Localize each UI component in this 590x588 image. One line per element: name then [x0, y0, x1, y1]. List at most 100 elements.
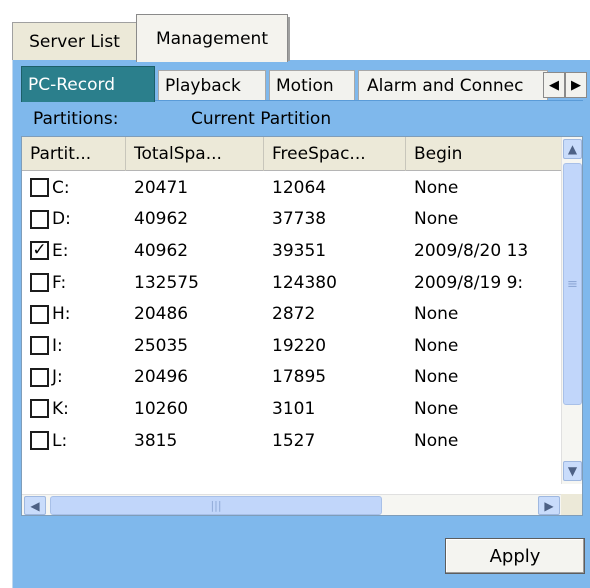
- horizontal-scrollbar[interactable]: ◀ ||| ▶: [22, 494, 582, 515]
- table-row[interactable]: I: 25035 19220 None: [22, 330, 562, 362]
- table-row[interactable]: H: 20486 2872 None: [22, 298, 562, 330]
- table-row[interactable]: C: 20471 12064 None: [22, 172, 562, 204]
- free-space-cell: 37738: [272, 209, 327, 230]
- begin-cell: None: [414, 335, 459, 356]
- free-space-cell: 17895: [272, 367, 327, 388]
- column-header-partition[interactable]: Partit...: [22, 137, 126, 171]
- total-space-cell: 25035: [134, 335, 189, 356]
- tab-motion-label: Motion: [276, 75, 334, 96]
- current-partition-label: Current Partition: [191, 108, 332, 129]
- tab-motion[interactable]: Motion: [269, 70, 355, 100]
- top-tab-bar: Server List Management: [0, 0, 590, 62]
- partitions-header: Partitions: Current Partition: [21, 100, 583, 136]
- table-row[interactable]: K: 10260 3101 None: [22, 393, 562, 425]
- drive-letter: H:: [52, 304, 71, 325]
- partition-cell: H:: [22, 304, 126, 324]
- table-row[interactable]: L: 3815 1527 None: [22, 425, 562, 457]
- partition-cell: I:: [22, 336, 126, 356]
- free-space-cell: 39351: [272, 240, 327, 261]
- partition-checkbox[interactable]: [30, 273, 49, 293]
- partitions-label: Partitions:: [33, 108, 119, 129]
- free-space-cell: 12064: [272, 177, 327, 198]
- begin-cell: None: [414, 367, 459, 388]
- grid-rows: C: 20471 12064 None D: 40962 37738 None …: [22, 172, 562, 456]
- total-space-cell: 40962: [134, 209, 189, 230]
- partition-cell: L:: [22, 431, 126, 451]
- tab-scroll-left-icon[interactable]: ◀: [543, 72, 565, 98]
- apply-button[interactable]: Apply: [445, 538, 585, 574]
- partition-grid: Partit... TotalSpa... FreeSpac... Begin …: [21, 136, 583, 516]
- total-space-cell: 10260: [134, 398, 189, 419]
- begin-cell: None: [414, 177, 459, 198]
- column-header-begin[interactable]: Begin: [406, 137, 562, 171]
- free-space-cell: 3101: [272, 398, 316, 419]
- total-space-cell: 20486: [134, 304, 189, 325]
- tab-pc-record-label: PC-Record: [28, 74, 115, 95]
- partition-checkbox[interactable]: [30, 367, 49, 387]
- drive-letter: K:: [52, 398, 69, 419]
- vertical-scrollbar[interactable]: ▲ ≡ ▼: [561, 137, 582, 484]
- drive-letter: J:: [52, 367, 63, 388]
- drive-letter: F:: [52, 272, 67, 293]
- partition-cell: ✓ E:: [22, 241, 126, 261]
- tab-management-label: Management: [156, 28, 268, 49]
- tab-pc-record[interactable]: PC-Record: [21, 66, 155, 102]
- partition-checkbox[interactable]: ✓: [30, 241, 49, 261]
- scroll-left-icon[interactable]: ◀: [24, 496, 46, 515]
- total-space-cell: 3815: [134, 430, 178, 451]
- partition-checkbox[interactable]: [30, 431, 49, 451]
- free-space-cell: 19220: [272, 335, 327, 356]
- drive-letter: L:: [52, 430, 68, 451]
- column-header-total-space[interactable]: TotalSpa...: [126, 137, 264, 171]
- scrollbar-corner: [561, 494, 582, 515]
- begin-cell: None: [414, 304, 459, 325]
- free-space-cell: 2872: [272, 304, 316, 325]
- partition-checkbox[interactable]: [30, 209, 49, 229]
- total-space-cell: 40962: [134, 240, 189, 261]
- grid-header: Partit... TotalSpa... FreeSpac... Begin: [22, 137, 562, 171]
- column-header-free-space[interactable]: FreeSpac...: [264, 137, 406, 171]
- partition-checkbox[interactable]: [30, 336, 49, 356]
- partition-checkbox[interactable]: [30, 399, 49, 419]
- scroll-right-icon[interactable]: ▶: [538, 496, 560, 515]
- partition-cell: K:: [22, 399, 126, 419]
- drive-letter: E:: [52, 240, 69, 261]
- tab-server-list[interactable]: Server List: [12, 22, 136, 60]
- vertical-scroll-thumb[interactable]: ≡: [563, 163, 582, 405]
- begin-cell: None: [414, 209, 459, 230]
- tab-playback-label: Playback: [165, 75, 241, 96]
- partition-cell: J:: [22, 367, 126, 387]
- drive-letter: I:: [52, 335, 63, 356]
- total-space-cell: 20496: [134, 367, 189, 388]
- begin-cell: None: [414, 398, 459, 419]
- tab-scroll-buttons: ◀ ▶: [543, 72, 587, 98]
- horizontal-scroll-thumb[interactable]: |||: [50, 496, 382, 515]
- table-row[interactable]: ✓ E: 40962 39351 2009/8/20 13: [22, 235, 562, 267]
- partition-cell: F:: [22, 273, 126, 293]
- free-space-cell: 1527: [272, 430, 316, 451]
- partition-checkbox[interactable]: [30, 178, 49, 198]
- sub-tab-bar: PC-Record Playback Motion Alarm and Conn…: [21, 66, 587, 102]
- free-space-cell: 124380: [272, 272, 337, 293]
- management-panel: PC-Record Playback Motion Alarm and Conn…: [12, 60, 590, 588]
- tab-playback[interactable]: Playback: [158, 70, 266, 100]
- tab-scroll-right-icon[interactable]: ▶: [565, 72, 587, 98]
- table-row[interactable]: F: 132575 124380 2009/8/19 9:: [22, 267, 562, 299]
- tab-alarm-and-connection[interactable]: Alarm and Connec: [358, 70, 548, 100]
- total-space-cell: 132575: [134, 272, 199, 293]
- begin-cell: 2009/8/19 9:: [414, 272, 524, 293]
- drive-letter: D:: [52, 209, 71, 230]
- tab-management[interactable]: Management: [136, 14, 290, 62]
- table-row[interactable]: D: 40962 37738 None: [22, 204, 562, 236]
- tab-server-list-label: Server List: [29, 31, 120, 52]
- total-space-cell: 20471: [134, 177, 189, 198]
- begin-cell: 2009/8/20 13: [414, 240, 529, 261]
- drive-letter: C:: [52, 177, 70, 198]
- partition-checkbox[interactable]: [30, 304, 49, 324]
- begin-cell: None: [414, 430, 459, 451]
- partition-cell: D:: [22, 209, 126, 229]
- scroll-down-icon[interactable]: ▼: [563, 461, 582, 481]
- table-row[interactable]: J: 20496 17895 None: [22, 362, 562, 394]
- tab-alarm-label: Alarm and Connec: [367, 75, 524, 96]
- scroll-up-icon[interactable]: ▲: [563, 139, 582, 159]
